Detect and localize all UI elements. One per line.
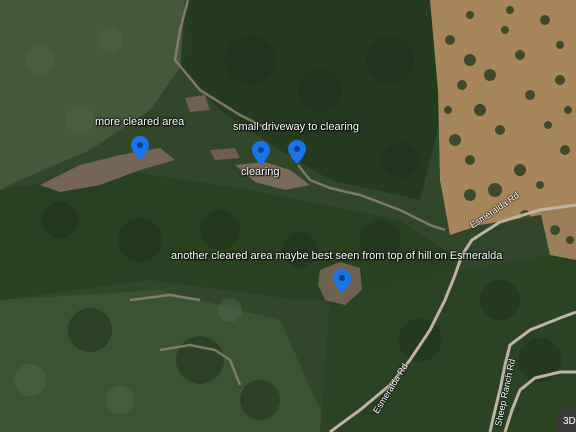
map-marker-more-cleared-area[interactable] <box>131 136 149 160</box>
marker-label[interactable]: another cleared area maybe best seen fro… <box>171 250 502 262</box>
map-pin-icon <box>333 269 351 293</box>
3d-view-label: 3D <box>563 416 576 427</box>
marker-label[interactable]: clearing <box>241 166 280 178</box>
map-pin-icon <box>252 141 270 165</box>
map-marker-another-cleared-area[interactable] <box>333 269 351 293</box>
satellite-map[interactable]: more cleared area small driveway to clea… <box>0 0 576 432</box>
map-marker-small-driveway[interactable] <box>288 140 306 164</box>
marker-label[interactable]: small driveway to clearing <box>233 121 359 133</box>
map-pin-icon <box>288 140 306 164</box>
map-marker-clearing[interactable] <box>252 141 270 165</box>
marker-label[interactable]: more cleared area <box>95 116 184 128</box>
map-pin-icon <box>131 136 149 160</box>
